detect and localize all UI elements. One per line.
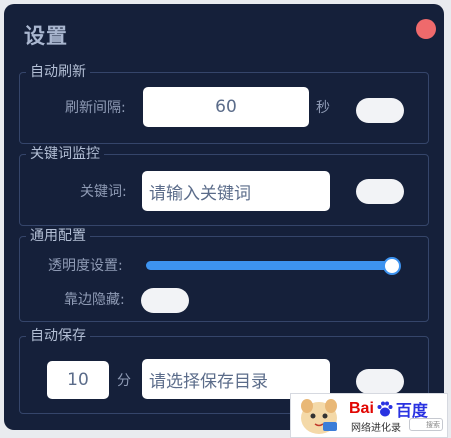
save-interval-input[interactable]: 10 [47, 361, 109, 399]
baidu-logo-text-left: Bai [349, 400, 374, 417]
keyword-input[interactable]: 请输入关键词 [142, 171, 330, 211]
save-interval-value: 10 [67, 370, 89, 390]
save-directory-placeholder: 请选择保存目录 [149, 371, 268, 392]
keyword-label: 关键词: [80, 184, 127, 200]
keyword-monitor-legend: 关键词监控 [26, 145, 104, 163]
baidu-watermark: Bai 百度 网络进化录 搜索 [290, 393, 448, 438]
settings-window: 设置 自动刷新 刷新间隔: 60 秒 关键词监控 关键词: 请输入关键词 通用配… [4, 4, 444, 430]
auto-refresh-group: 自动刷新 刷新间隔: 60 秒 [19, 63, 429, 144]
refresh-interval-value: 60 [215, 97, 237, 117]
edge-hide-toggle[interactable] [141, 288, 189, 313]
refresh-interval-label: 刷新间隔: [65, 100, 126, 116]
watermark-search-box: 搜索 [409, 418, 443, 431]
general-config-group: 通用配置 透明度设置: 靠边隐藏: [19, 227, 429, 322]
keyword-monitor-group: 关键词监控 关键词: 请输入关键词 [19, 145, 429, 226]
opacity-slider[interactable] [146, 261, 392, 270]
refresh-interval-input[interactable]: 60 [143, 87, 309, 127]
mascot-icon [301, 399, 337, 434]
refresh-unit-label: 秒 [316, 100, 330, 116]
keyword-placeholder: 请输入关键词 [149, 183, 251, 204]
general-config-legend: 通用配置 [26, 227, 90, 245]
auto-save-legend: 自动保存 [26, 327, 90, 345]
opacity-slider-thumb[interactable] [383, 257, 401, 275]
auto-refresh-legend: 自动刷新 [26, 63, 90, 81]
watermark-search-text: 搜索 [426, 420, 440, 429]
auto-save-toggle[interactable] [356, 369, 404, 394]
window-title: 设置 [24, 24, 68, 48]
opacity-label: 透明度设置: [48, 258, 123, 274]
keyword-monitor-toggle[interactable] [356, 179, 404, 204]
auto-refresh-toggle[interactable] [356, 98, 404, 123]
close-button[interactable] [416, 19, 436, 39]
save-unit-label: 分 [117, 373, 131, 389]
watermark-caption: 网络进化录 [351, 423, 401, 434]
baidu-paw-icon [377, 401, 393, 417]
edge-hide-label: 靠边隐藏: [64, 292, 125, 308]
